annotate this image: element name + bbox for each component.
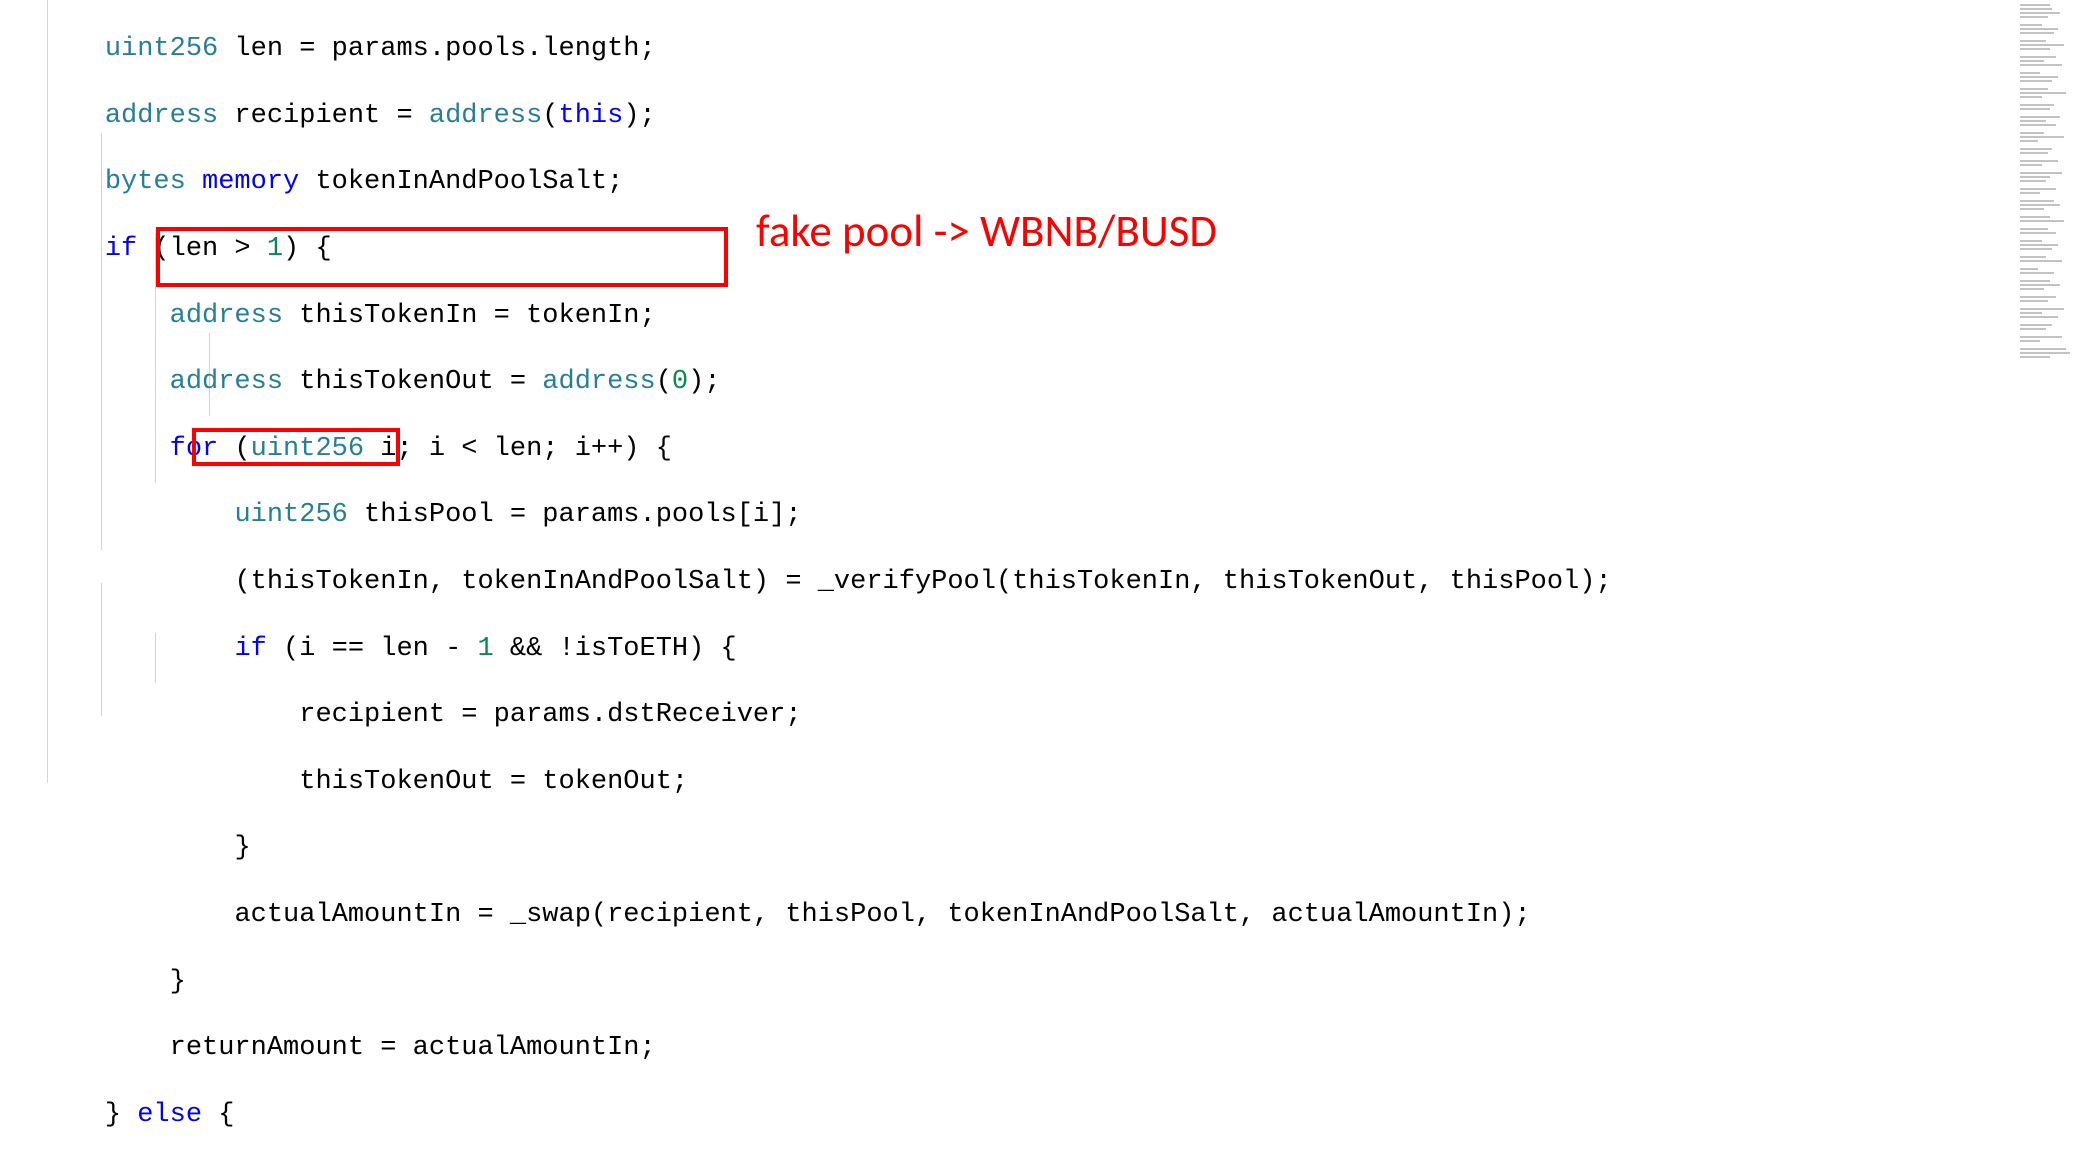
- annotation-text: fake pool -> WBNB/BUSD: [756, 215, 1217, 248]
- minimap[interactable]: [2016, 0, 2076, 1166]
- editor-viewport: uint256 len = params.pools.length; addre…: [0, 0, 2076, 1166]
- code-block[interactable]: uint256 len = params.pools.length; addre…: [40, 0, 1612, 1166]
